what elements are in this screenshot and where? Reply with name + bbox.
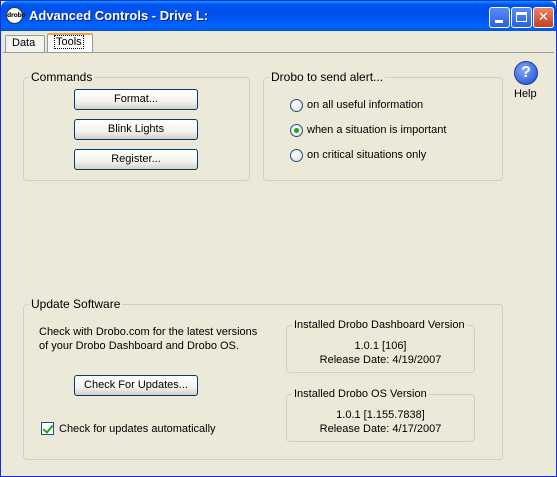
format-button[interactable]: Format... (74, 89, 198, 110)
help-label[interactable]: Help (514, 88, 537, 100)
register-button[interactable]: Register... (74, 149, 198, 170)
close-button[interactable]: ✕ (533, 7, 554, 28)
dashboard-release-date: Release Date: 4/19/2007 (319, 354, 442, 366)
maximize-icon (516, 12, 527, 22)
drobo-app-icon[interactable]: drobo (6, 7, 26, 24)
alert-option-all-label: on all useful information (307, 99, 424, 111)
alert-legend: Drobo to send alert... (271, 70, 384, 84)
tab-tools-label: Tools (54, 35, 84, 49)
os-release-date: Release Date: 4/17/2007 (319, 423, 442, 435)
update-description-line2: of your Drobo Dashboard and Drobo OS. (39, 340, 239, 352)
update-software-legend: Update Software (31, 297, 121, 311)
alert-option-critical-label: on critical situations only (307, 149, 427, 161)
advanced-controls-window: drobo Advanced Controls - Drive L: ✕ Dat… (0, 0, 557, 477)
close-icon: ✕ (538, 9, 549, 24)
check-for-updates-button[interactable]: Check For Updates... (74, 375, 198, 396)
alert-option-all-radio[interactable] (290, 99, 303, 112)
auto-update-checkbox[interactable] (41, 422, 54, 435)
blink-lights-button[interactable]: Blink Lights (74, 119, 198, 140)
dashboard-version-number: 1.0.1 [106] (354, 340, 407, 352)
tab-data[interactable]: Data (5, 35, 45, 52)
os-version-number: 1.0.1 [1.155.7838] (336, 409, 425, 421)
commands-legend: Commands (31, 70, 93, 84)
maximize-button[interactable] (511, 7, 532, 28)
window-title: Advanced Controls - Drive L: (29, 8, 209, 23)
auto-update-label[interactable]: Check for updates automatically (59, 423, 216, 435)
help-icon[interactable]: ? (514, 61, 538, 85)
minimize-icon (495, 20, 503, 23)
alert-option-critical-radio[interactable] (290, 149, 303, 162)
title-bar[interactable]: drobo Advanced Controls - Drive L: ✕ (1, 1, 556, 31)
tab-data-label: Data (12, 37, 36, 49)
update-description-line1: Check with Drobo.com for the latest vers… (39, 326, 258, 338)
tab-tools[interactable]: Tools (47, 33, 93, 53)
alert-option-important-label: when a situation is important (307, 124, 447, 136)
os-version-legend: Installed Drobo OS Version (294, 388, 427, 400)
dashboard-version-legend: Installed Drobo Dashboard Version (294, 319, 465, 331)
minimize-button[interactable] (489, 7, 510, 28)
alert-option-important-radio[interactable] (290, 124, 303, 137)
